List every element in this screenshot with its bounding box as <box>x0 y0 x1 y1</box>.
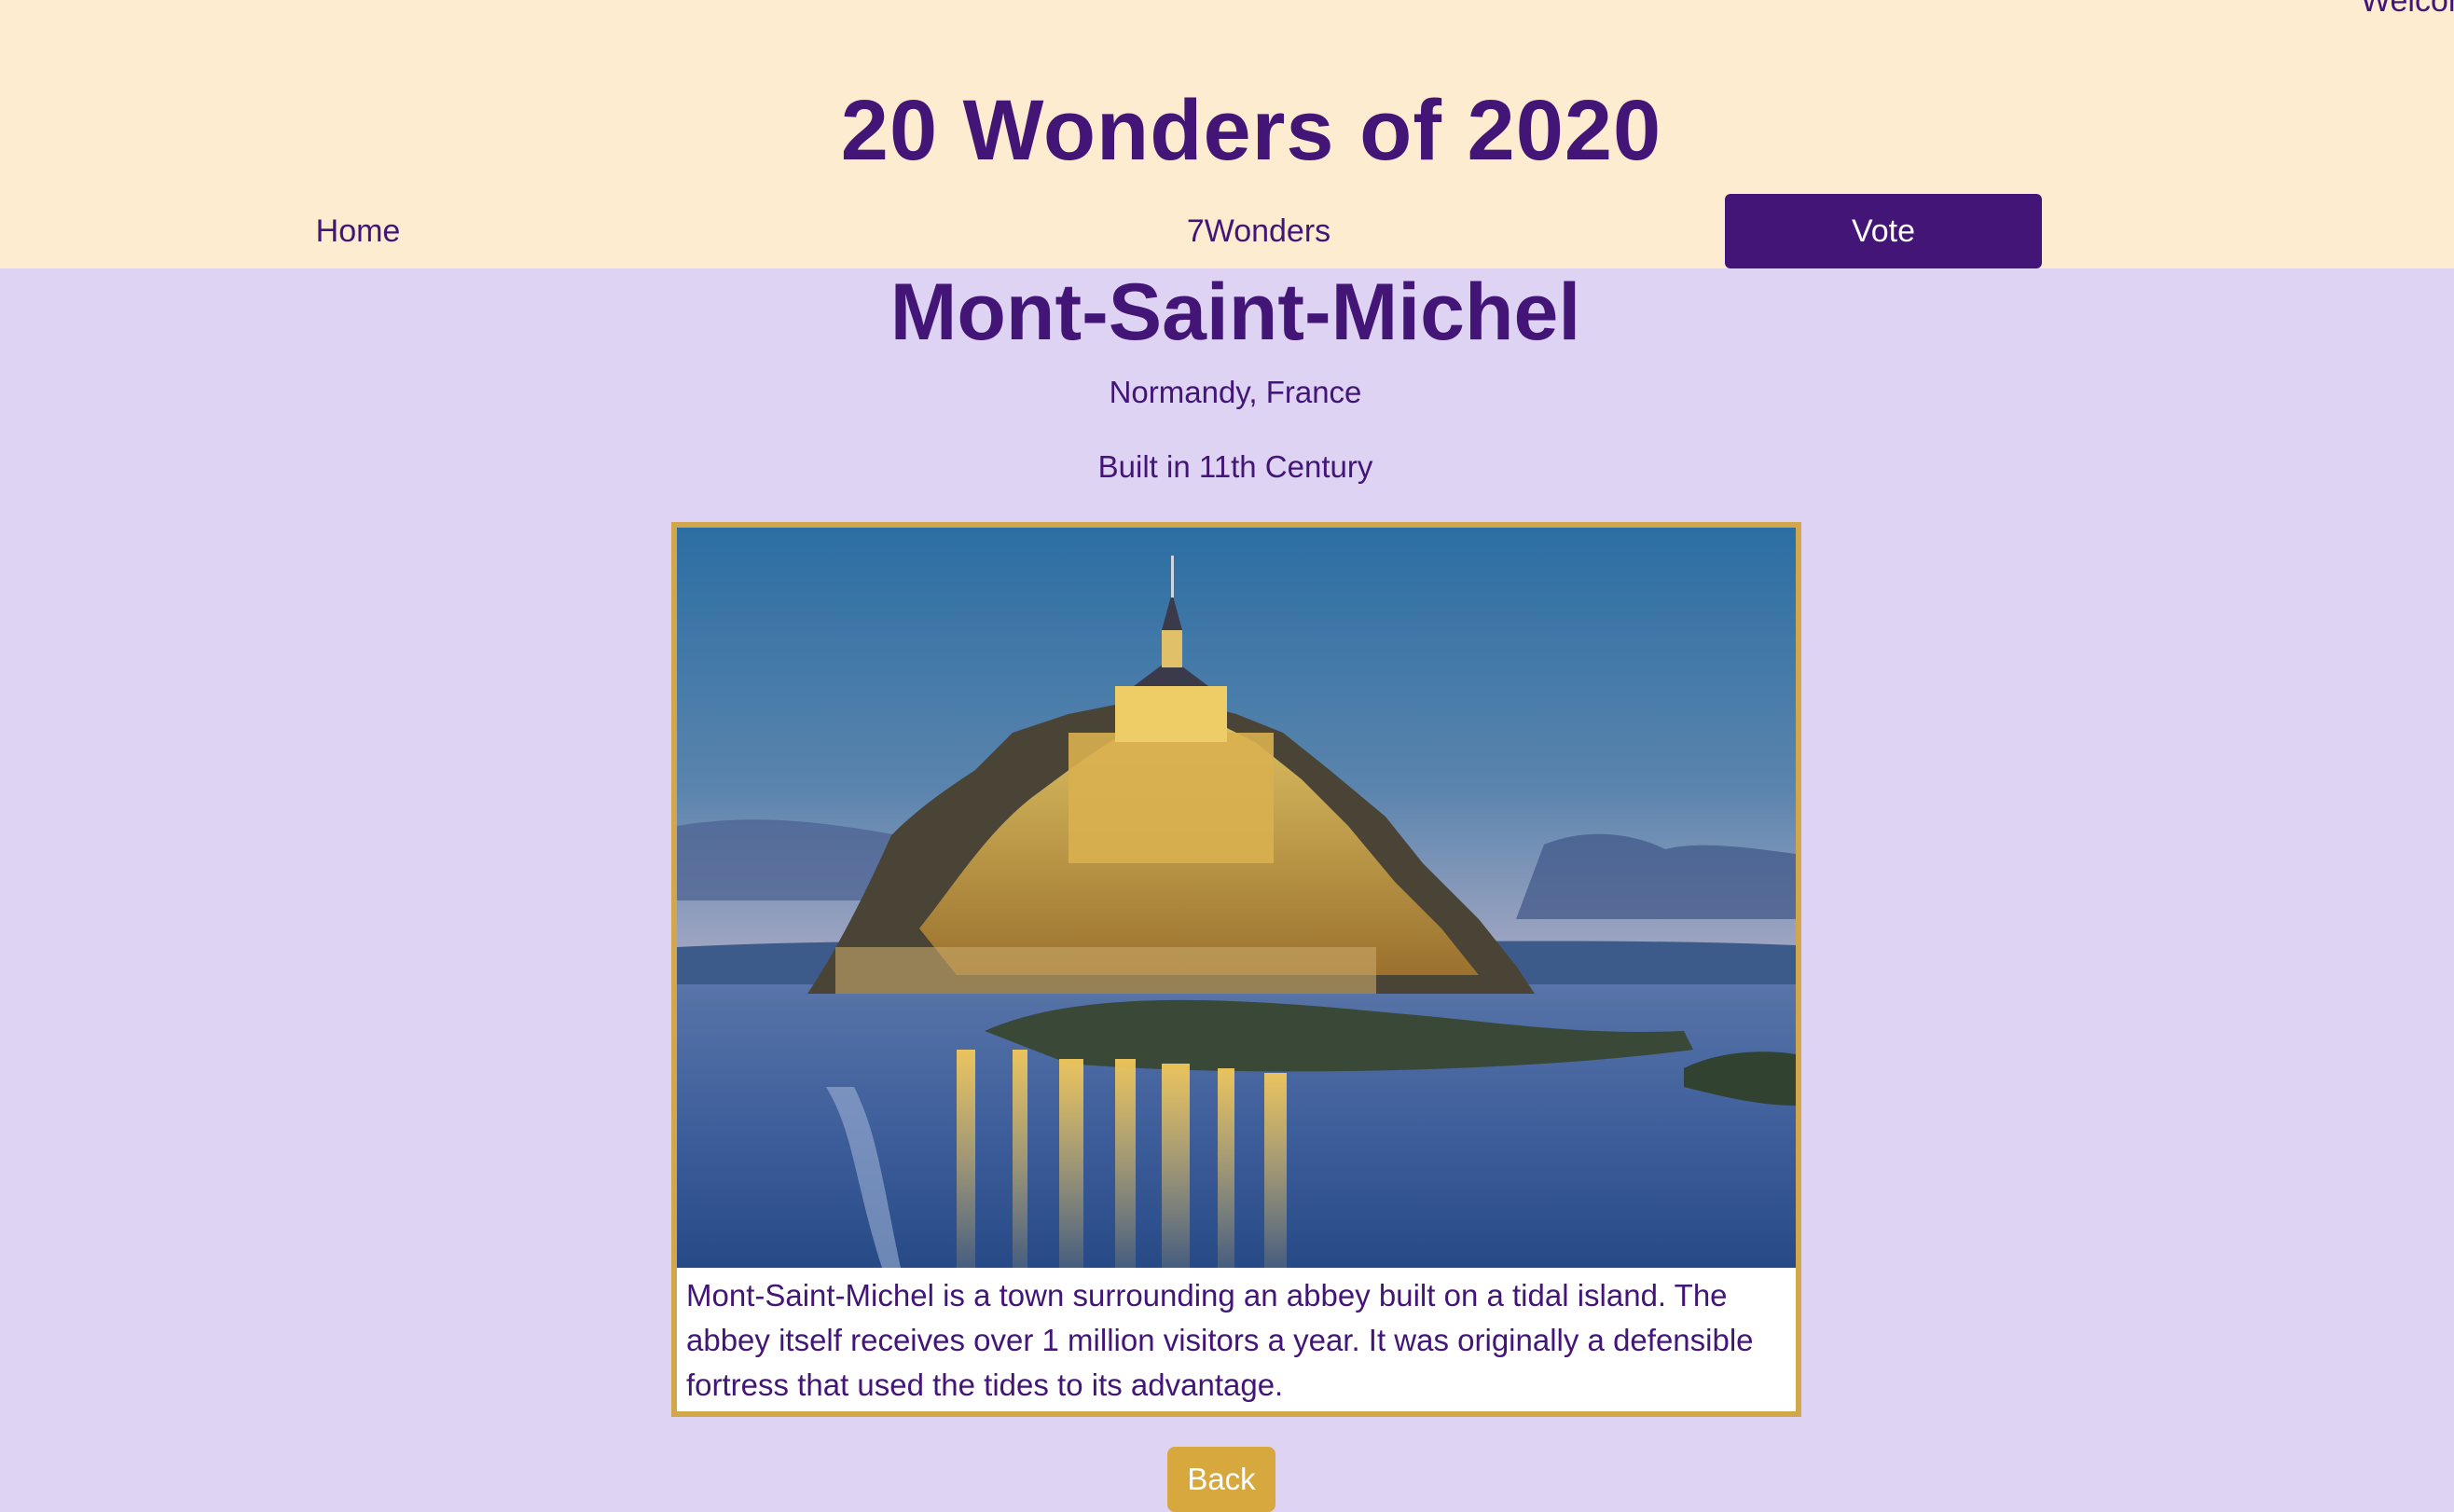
nav-home-link[interactable]: Home <box>265 194 451 268</box>
wonder-photo <box>677 528 1796 1268</box>
wonder-built-date: Built in 11th Century <box>1097 449 1373 484</box>
wonder-location: Normandy, France <box>1109 375 1362 409</box>
wonder-description: Mont-Saint-Michel is a town surrounding … <box>686 1278 1754 1402</box>
wonder-title: Mont-Saint-Michel <box>889 268 1581 357</box>
back-button[interactable]: Back <box>1167 1447 1275 1512</box>
wonder-card: Mont-Saint-Michel is a town surrounding … <box>671 522 1801 1417</box>
nav-7wonders-link[interactable]: 7Wonders <box>1165 194 1352 268</box>
nav-vote-button[interactable]: Vote <box>1725 194 2042 268</box>
site-header: Welcome 20 Wonders of 2020 Home 7Wonders… <box>0 0 2454 268</box>
site-title: 20 Wonders of 2020 <box>840 83 1662 178</box>
welcome-text: Welcome <box>2361 0 2454 19</box>
